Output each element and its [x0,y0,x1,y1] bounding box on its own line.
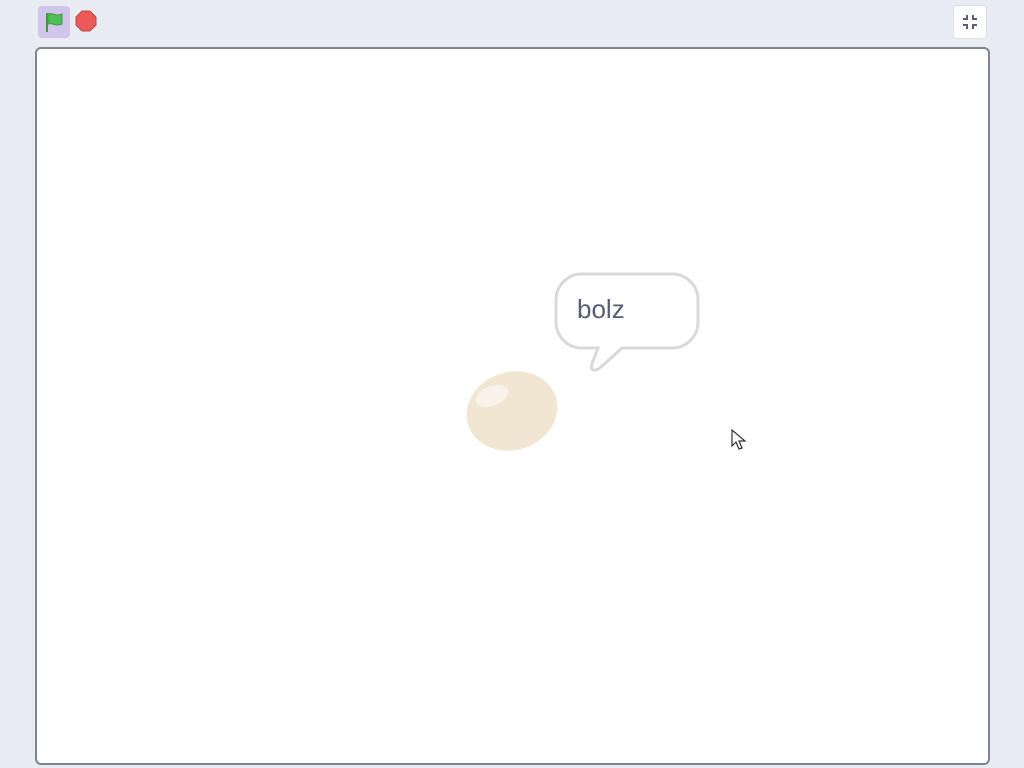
speech-bubble [554,272,700,372]
exit-fullscreen-icon [963,15,977,29]
green-flag-icon [46,13,63,32]
stage-canvas[interactable]: bolz [35,47,990,765]
stop-icon [75,10,97,32]
egg-sprite[interactable] [462,369,564,455]
mouse-pointer-icon [731,429,747,450]
speech-bubble-text: bolz [577,294,625,324]
exit-fullscreen-button[interactable] [953,5,987,39]
stop-button[interactable] [74,9,98,33]
green-flag-button[interactable] [38,6,70,38]
stage-header [0,0,1024,44]
